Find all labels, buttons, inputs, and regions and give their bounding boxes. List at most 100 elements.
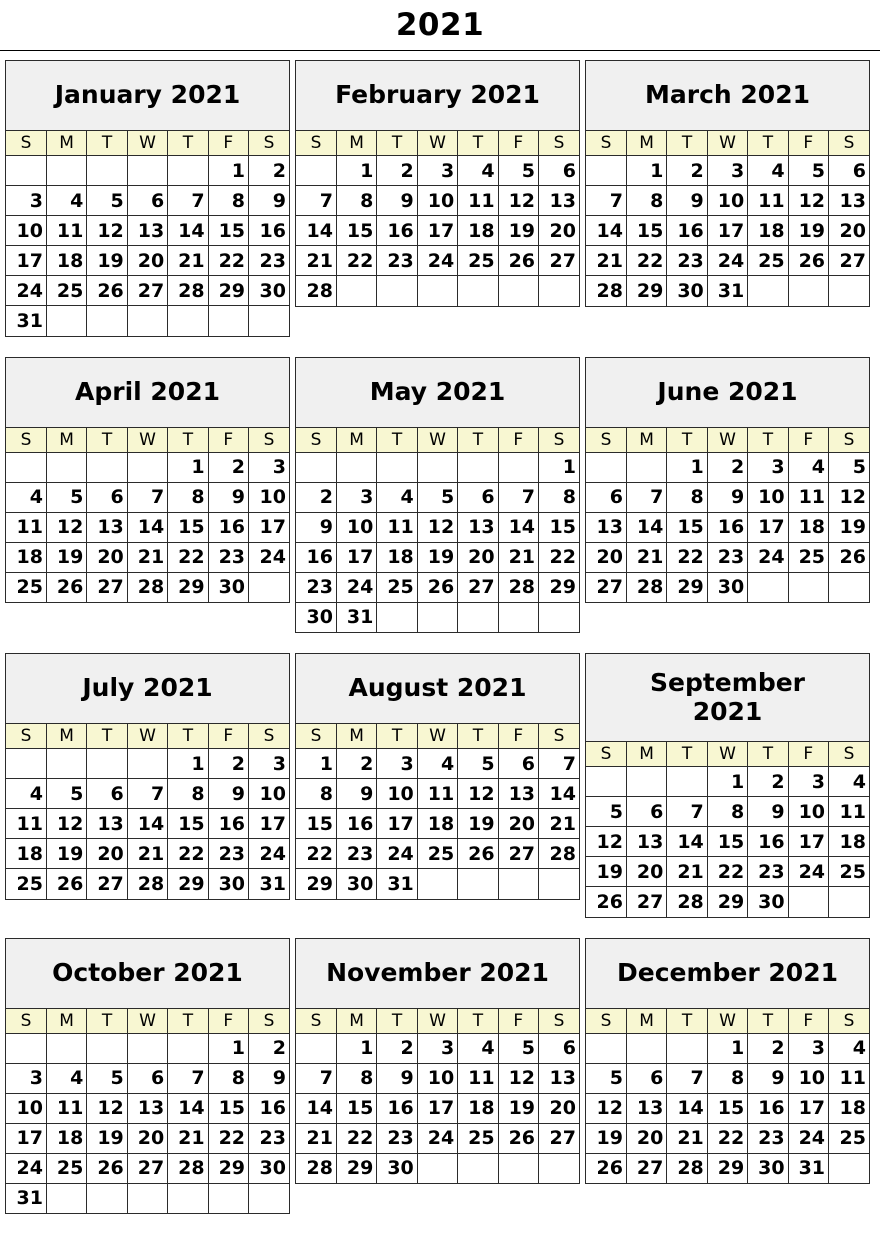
day-cell[interactable]: 6: [625, 796, 668, 827]
day-cell[interactable]: 7: [625, 481, 668, 513]
day-cell[interactable]: 26: [787, 245, 830, 276]
day-cell[interactable]: 28: [666, 1152, 708, 1183]
day-cell[interactable]: 12: [45, 511, 88, 543]
day-cell[interactable]: 7: [586, 185, 627, 216]
day-cell[interactable]: 24: [6, 275, 47, 306]
day-cell[interactable]: 6: [497, 748, 540, 779]
day-cell[interactable]: 10: [787, 1062, 830, 1094]
month-block-august[interactable]: August 2021 S M T W T F S 1 2 3 4 5 6 7 8 9 10 11 12 13 14 15 1…: [295, 653, 580, 900]
day-cell[interactable]: 18: [45, 1122, 88, 1154]
day-cell[interactable]: 6: [457, 481, 499, 513]
day-cell[interactable]: 4: [747, 155, 789, 186]
day-cell[interactable]: 21: [126, 541, 169, 573]
day-cell[interactable]: 27: [625, 886, 668, 917]
day-cell[interactable]: 20: [126, 1122, 169, 1154]
day-cell[interactable]: 10: [376, 778, 418, 809]
day-cell[interactable]: 24: [747, 541, 789, 573]
day-cell[interactable]: 7: [296, 1062, 337, 1094]
day-cell[interactable]: 4: [416, 748, 459, 779]
day-cell[interactable]: 12: [586, 826, 627, 857]
day-cell[interactable]: 9: [666, 185, 708, 216]
day-cell[interactable]: 30: [706, 571, 749, 602]
day-cell[interactable]: 14: [538, 778, 579, 809]
day-cell[interactable]: 20: [828, 215, 869, 246]
day-cell[interactable]: 26: [86, 275, 128, 306]
day-cell[interactable]: 17: [248, 808, 289, 839]
day-cell[interactable]: 26: [457, 838, 499, 869]
day-cell[interactable]: 7: [126, 481, 169, 513]
day-cell[interactable]: 31: [6, 1182, 47, 1213]
month-block-january[interactable]: January 2021 S M T W T F S 1 2 3 4 5 6 7 8 9 10 11 12 13 14 15…: [5, 60, 290, 337]
day-cell[interactable]: 20: [86, 541, 128, 573]
day-cell[interactable]: 18: [828, 1092, 869, 1124]
day-cell[interactable]: 6: [586, 481, 627, 513]
day-cell[interactable]: 20: [126, 245, 169, 276]
day-cell[interactable]: 31: [376, 868, 418, 899]
day-cell[interactable]: 14: [586, 215, 627, 246]
day-cell[interactable]: 2: [747, 766, 789, 797]
day-cell[interactable]: 13: [86, 511, 128, 543]
day-cell[interactable]: 31: [248, 868, 289, 899]
day-cell[interactable]: 13: [625, 1092, 668, 1124]
day-cell[interactable]: 14: [497, 511, 540, 543]
day-cell[interactable]: 15: [706, 1092, 749, 1124]
month-block-february[interactable]: February 2021 S M T W T F S 1 2 3 4 5 6 7 8 9 10 11 12 13 14 1…: [295, 60, 580, 307]
day-cell[interactable]: 16: [747, 826, 789, 857]
day-cell[interactable]: 2: [335, 748, 378, 779]
day-cell[interactable]: 5: [457, 748, 499, 779]
day-cell[interactable]: 23: [335, 838, 378, 869]
day-cell[interactable]: 3: [416, 155, 459, 186]
day-cell[interactable]: 22: [167, 541, 209, 573]
day-cell[interactable]: 13: [497, 778, 540, 809]
day-cell[interactable]: 5: [45, 481, 88, 513]
day-cell[interactable]: 31: [6, 305, 47, 336]
day-cell[interactable]: 7: [167, 185, 209, 216]
day-cell[interactable]: 8: [706, 1062, 749, 1094]
month-block-september[interactable]: September 2021 S M T W T F S 1 2 3 4 5 6 7 8 9 10 11 12 13 14 1…: [585, 653, 870, 918]
day-cell[interactable]: 4: [6, 481, 47, 513]
day-cell[interactable]: 10: [747, 481, 789, 513]
day-cell[interactable]: 23: [376, 1122, 418, 1154]
day-cell[interactable]: 3: [6, 1062, 47, 1094]
day-cell[interactable]: 25: [787, 541, 830, 573]
day-cell[interactable]: 24: [416, 245, 459, 276]
day-cell[interactable]: 19: [497, 1092, 540, 1124]
day-cell[interactable]: 23: [747, 1122, 789, 1154]
day-cell[interactable]: 22: [167, 838, 209, 869]
day-cell[interactable]: 13: [457, 511, 499, 543]
day-cell[interactable]: 28: [586, 275, 627, 306]
day-cell[interactable]: 23: [248, 1122, 289, 1154]
day-cell[interactable]: 26: [828, 541, 869, 573]
day-cell[interactable]: 17: [248, 511, 289, 543]
day-cell[interactable]: 26: [86, 1152, 128, 1184]
day-cell[interactable]: 16: [706, 511, 749, 543]
day-cell[interactable]: 28: [167, 275, 209, 306]
day-cell[interactable]: 9: [747, 796, 789, 827]
day-cell[interactable]: 27: [457, 571, 499, 603]
day-cell[interactable]: 25: [747, 245, 789, 276]
day-cell[interactable]: 5: [497, 1032, 540, 1064]
day-cell[interactable]: 11: [416, 778, 459, 809]
day-cell[interactable]: 1: [207, 1032, 250, 1064]
day-cell[interactable]: 6: [86, 481, 128, 513]
day-cell[interactable]: 25: [6, 868, 47, 899]
day-cell[interactable]: 25: [828, 856, 869, 887]
day-cell[interactable]: 27: [538, 245, 579, 276]
day-cell[interactable]: 11: [828, 1062, 869, 1094]
day-cell[interactable]: 21: [126, 838, 169, 869]
day-cell[interactable]: 19: [45, 541, 88, 573]
day-cell[interactable]: 19: [45, 838, 88, 869]
day-cell[interactable]: 7: [296, 185, 337, 216]
day-cell[interactable]: 8: [666, 481, 708, 513]
day-cell[interactable]: 4: [828, 766, 869, 797]
day-cell[interactable]: 3: [6, 185, 47, 216]
day-cell[interactable]: 25: [457, 1122, 499, 1154]
day-cell[interactable]: 22: [335, 245, 378, 276]
day-cell[interactable]: 14: [296, 1092, 337, 1124]
day-cell[interactable]: 15: [296, 808, 337, 839]
day-cell[interactable]: 10: [787, 796, 830, 827]
day-cell[interactable]: 22: [706, 1122, 749, 1154]
day-cell[interactable]: 26: [45, 571, 88, 602]
day-cell[interactable]: 18: [828, 826, 869, 857]
day-cell[interactable]: 6: [126, 185, 169, 216]
